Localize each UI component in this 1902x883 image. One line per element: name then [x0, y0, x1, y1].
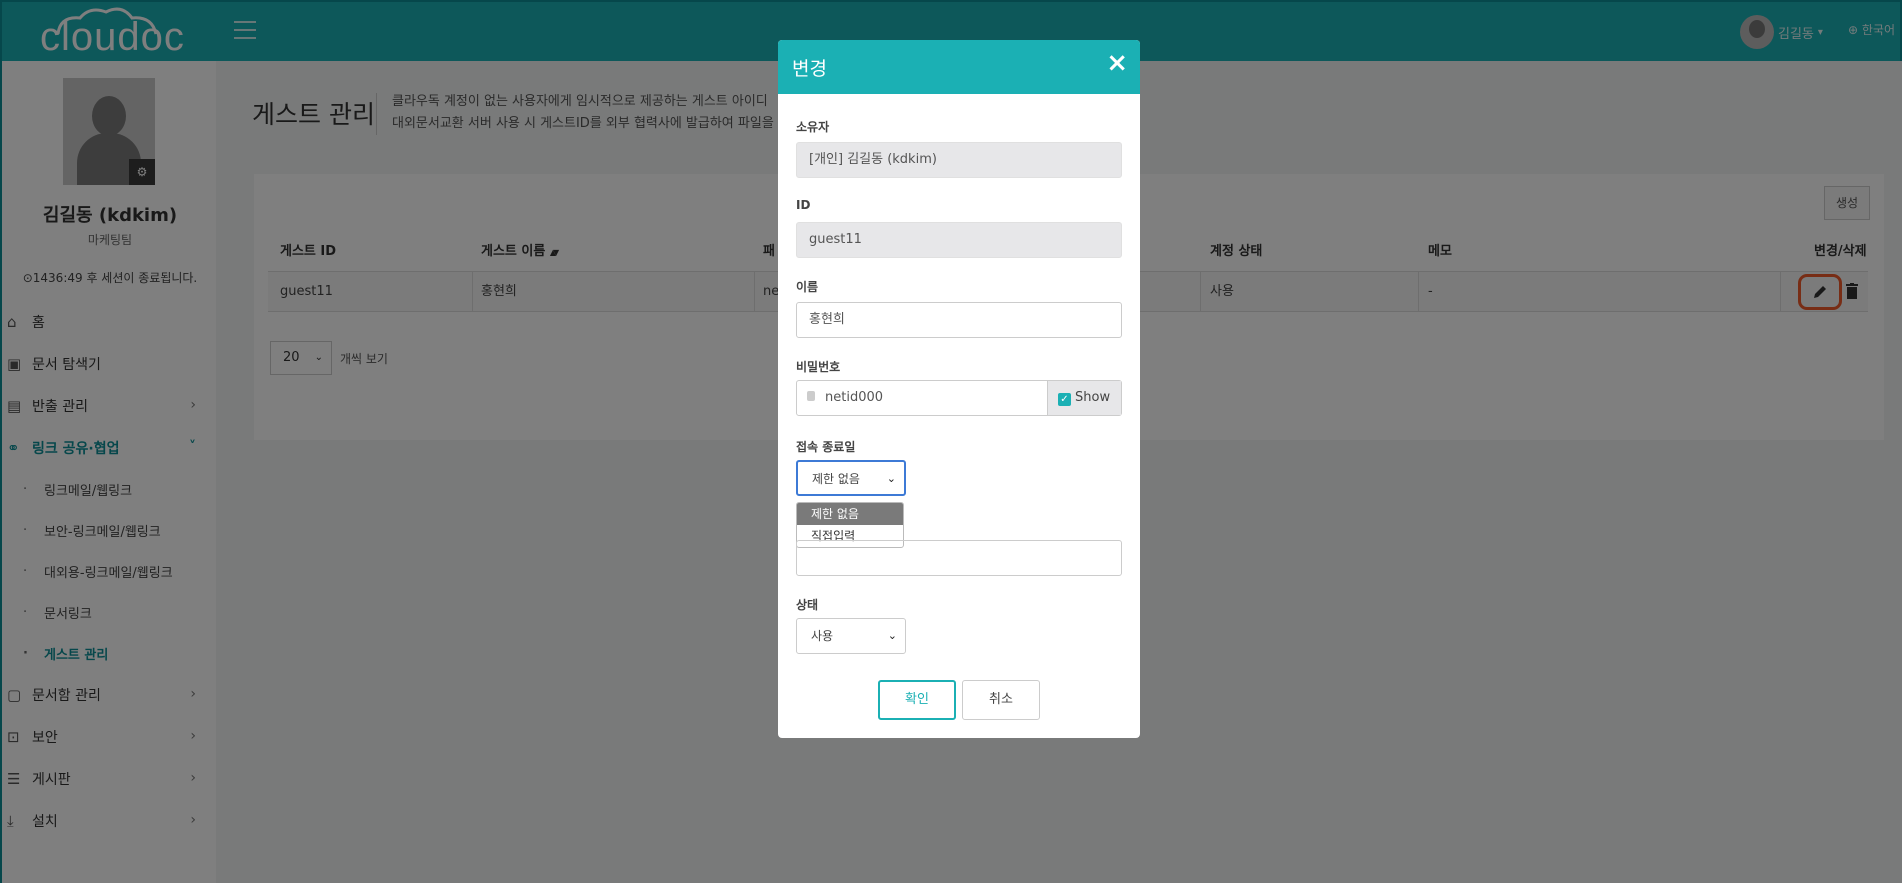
chevron-down-icon: ⌄ [886, 472, 896, 485]
show-password-toggle[interactable]: ✓ Show [1047, 381, 1121, 415]
status-label: 상태 [796, 598, 819, 612]
dropdown-option-no-limit[interactable]: 제한 없음 [797, 503, 903, 525]
expire-date-label: 접속 종료일 [796, 440, 856, 454]
confirm-button[interactable]: 확인 [878, 680, 956, 720]
modal-header: 변경 × [778, 40, 1140, 94]
expire-date-select[interactable]: 제한 없음 ⌄ [796, 460, 906, 496]
edit-guest-modal: 변경 × 소유자 [개인] 김길동 (kdkim) ID guest11 이름 … [778, 40, 1140, 738]
name-input[interactable]: 홍현희 [796, 302, 1122, 338]
status-value: 사용 [811, 629, 834, 643]
owner-label: 소유자 [796, 120, 830, 134]
chevron-down-icon: ⌄ [887, 629, 897, 642]
id-label: ID [796, 198, 811, 212]
modal-title: 변경 [792, 58, 827, 80]
close-icon[interactable]: × [1106, 48, 1128, 78]
name-label: 이름 [796, 280, 819, 294]
password-input[interactable]: netid000 [825, 381, 883, 415]
checkbox-checked-icon: ✓ [1058, 393, 1071, 406]
cancel-button[interactable]: 취소 [962, 680, 1040, 720]
status-select[interactable]: 사용 ⌄ [796, 618, 906, 654]
expire-date-input[interactable] [796, 540, 1122, 576]
show-label: Show [1075, 390, 1111, 405]
owner-field: [개인] 김길동 (kdkim) [796, 142, 1122, 178]
password-field: netid000 ✓ Show [796, 380, 1122, 416]
lock-icon [807, 391, 815, 401]
id-field: guest11 [796, 222, 1122, 258]
password-label: 비밀번호 [796, 360, 841, 374]
expire-date-value: 제한 없음 [812, 472, 860, 486]
